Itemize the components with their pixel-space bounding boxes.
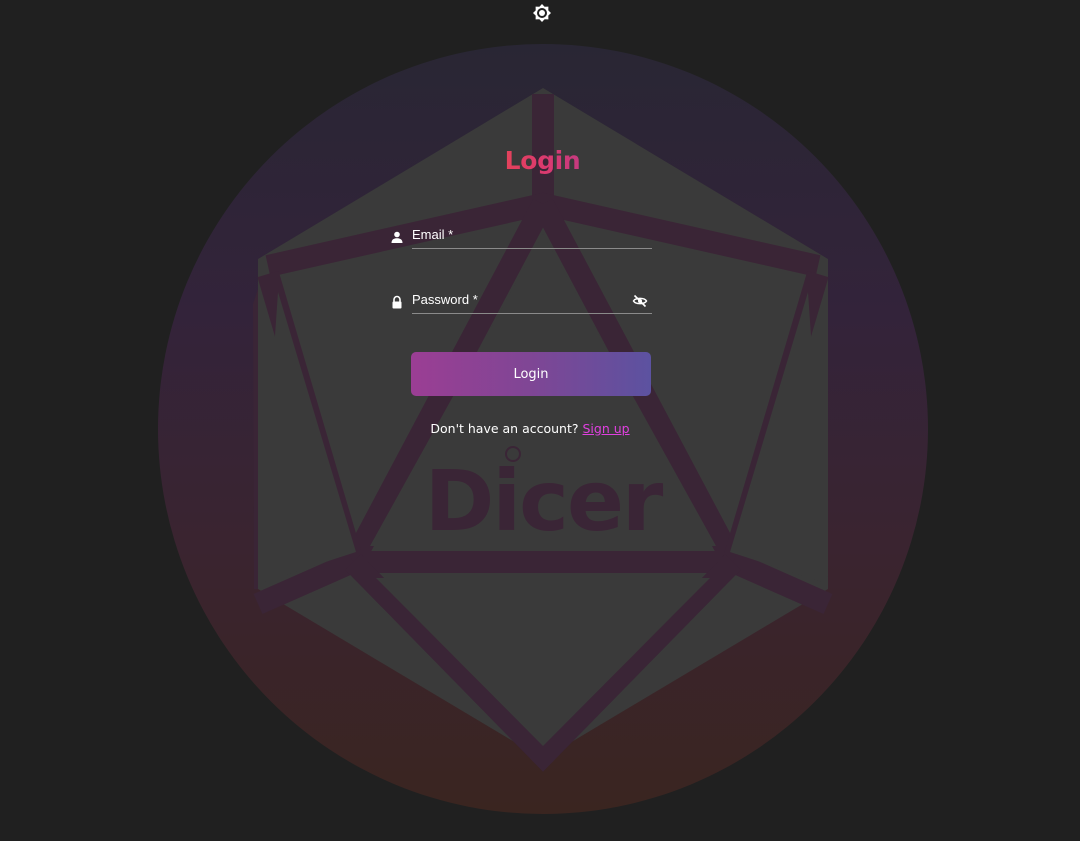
- login-button[interactable]: Login: [411, 352, 651, 396]
- password-field-group: Password *: [390, 289, 652, 315]
- svg-text:Dicer: Dicer: [425, 452, 664, 550]
- eye-off-icon[interactable]: [632, 293, 648, 309]
- login-page: Dicer Login Email * Password * Login Don…: [0, 0, 1080, 841]
- page-title: Login: [440, 146, 645, 175]
- signup-prompt: Don't have an account? Sign up: [380, 421, 680, 436]
- signup-link[interactable]: Sign up: [583, 421, 630, 436]
- email-field-group: Email *: [390, 224, 652, 250]
- lock-icon: [390, 294, 404, 309]
- brightness-icon[interactable]: [532, 3, 552, 23]
- signup-prompt-text: Don't have an account?: [430, 421, 583, 436]
- password-field[interactable]: [412, 289, 652, 314]
- person-icon: [390, 229, 404, 243]
- email-field[interactable]: [412, 224, 652, 249]
- dicer-watermark-logo: Dicer: [425, 446, 666, 550]
